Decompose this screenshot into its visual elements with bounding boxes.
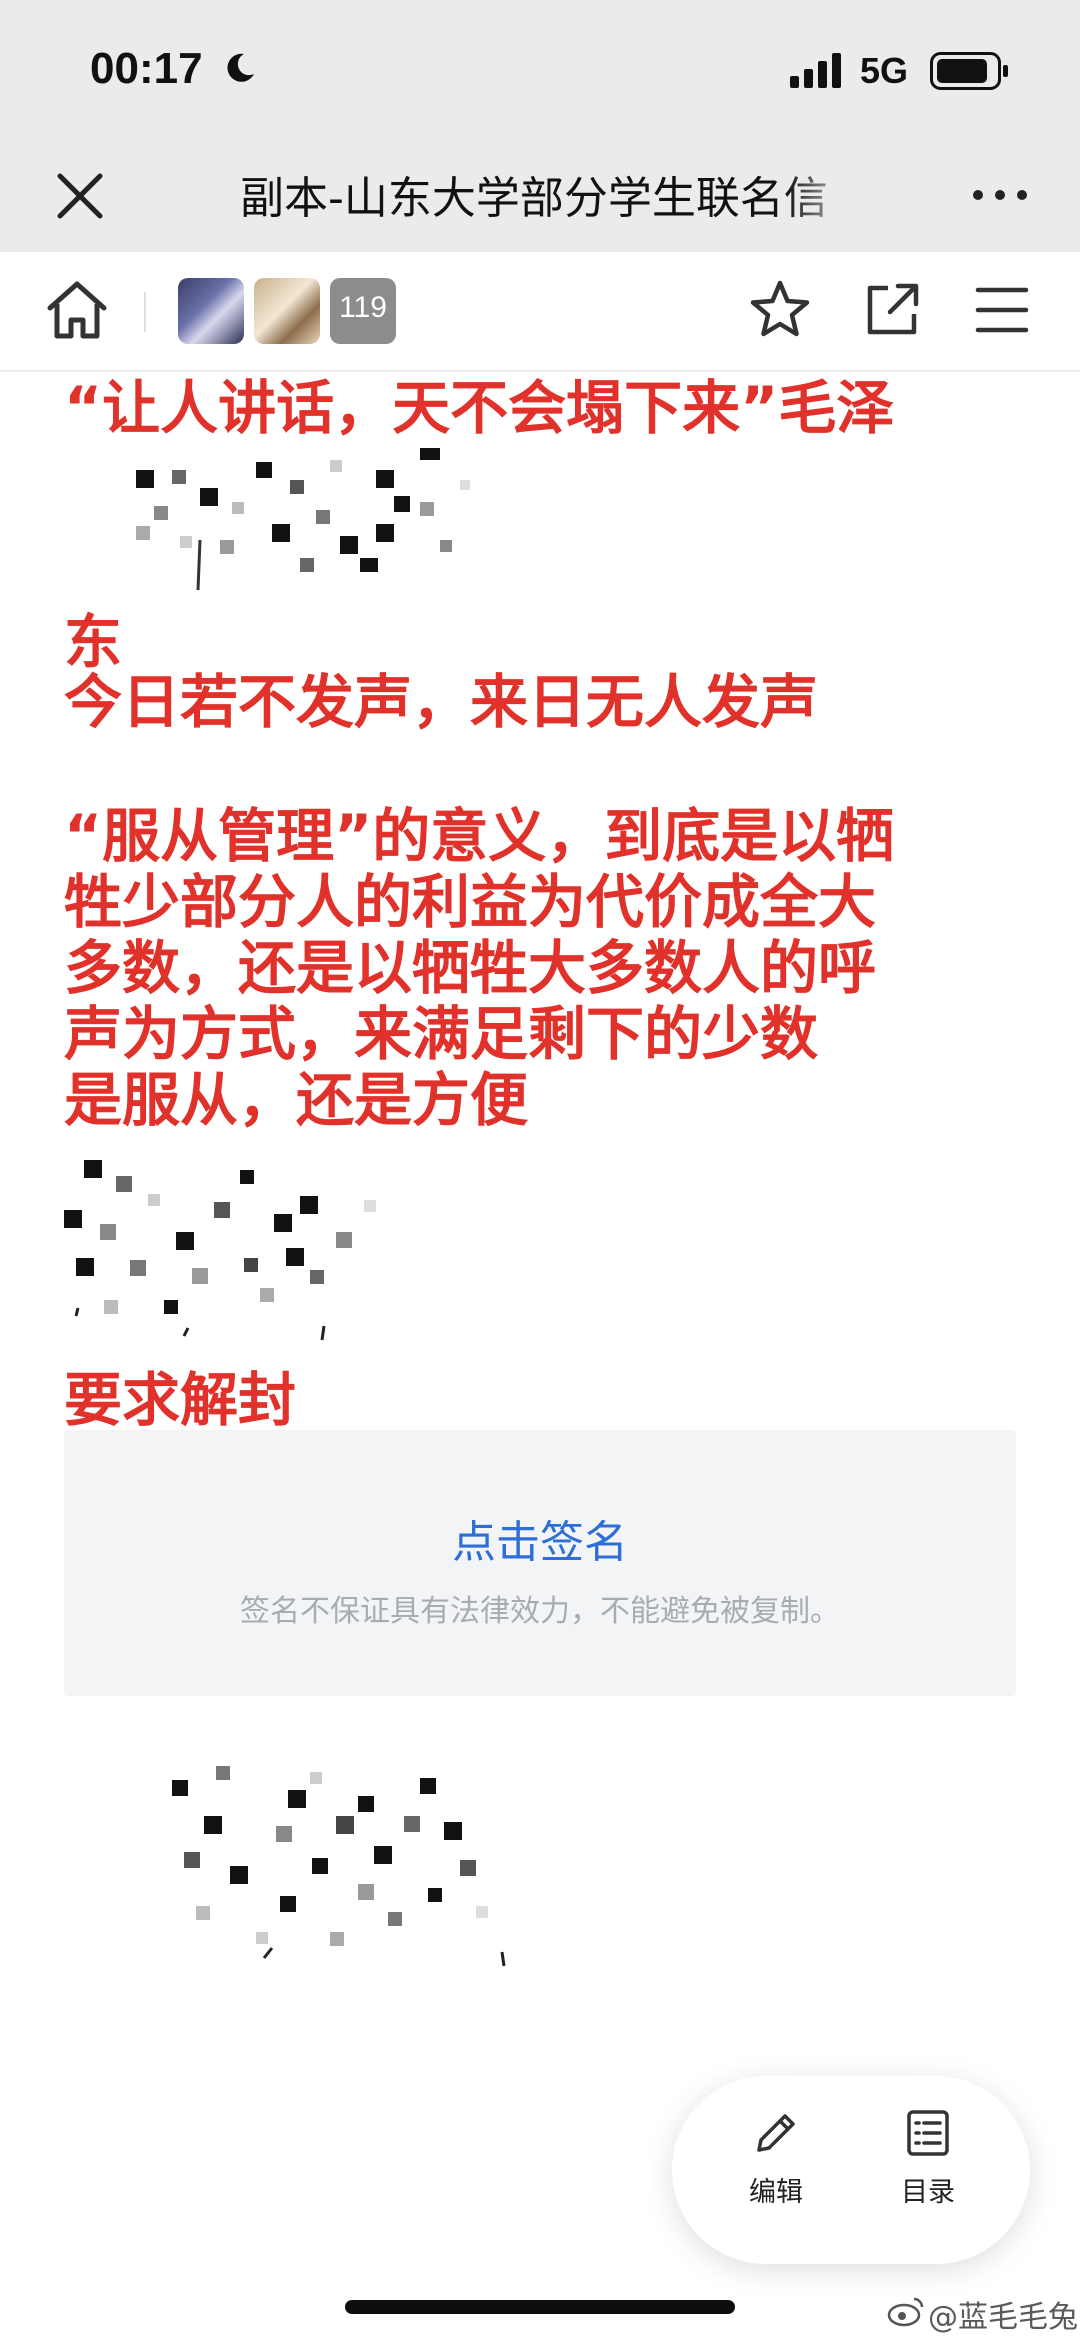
doc-text-line: 多数，还是以牺牲大多数人的呼	[64, 934, 877, 1002]
status-time: 00:17	[90, 44, 203, 93]
star-icon[interactable]	[748, 278, 812, 342]
doc-text-line: 东	[64, 608, 123, 676]
toc-label: 目录	[901, 2177, 955, 2208]
list-icon	[907, 2110, 949, 2156]
floating-action-panel: 编辑 目录	[672, 2076, 1030, 2264]
more-options-icon[interactable]	[970, 180, 1030, 210]
signature-card: 点击签名 签名不保证具有法律效力，不能避免被复制。	[64, 1430, 1016, 1696]
collaborator-avatar[interactable]	[254, 278, 320, 344]
watermark-text: @蓝毛毛兔	[928, 2300, 1078, 2335]
weibo-logo-icon	[887, 2297, 924, 2327]
edit-button[interactable]: 编辑	[716, 2106, 836, 2236]
doc-text-line: “让人讲话，天不会塌下来”毛泽	[64, 374, 895, 442]
toc-button[interactable]: 目录	[868, 2106, 988, 2236]
share-icon[interactable]	[862, 280, 922, 340]
battery-icon	[930, 52, 1008, 90]
menu-icon[interactable]	[974, 284, 1030, 336]
doc-text-line: 牲少部分人的利益为代价成全大	[64, 868, 877, 936]
collaborator-count: 119	[339, 291, 387, 324]
page-title: 副本-山东大学部分学生联名信	[240, 173, 828, 224]
toolbar-divider	[144, 292, 146, 332]
signature-disclaimer: 签名不保证具有法律效力，不能避免被复制。	[240, 1594, 840, 1629]
sign-button[interactable]: 点击签名	[64, 1506, 1016, 1570]
home-icon[interactable]	[44, 278, 110, 342]
collaborator-count-badge[interactable]: 119	[330, 278, 396, 344]
close-icon[interactable]	[52, 168, 108, 224]
doc-text-line: 要求解封	[64, 1366, 297, 1434]
doc-text-line: 声为方式，来满足剩下的少数	[64, 1000, 819, 1068]
title-bar: 副本-山东大学部分学生联名信	[0, 140, 1080, 252]
doc-toolbar: 119	[0, 252, 1080, 372]
doc-text-line: “服从管理”的意义，到底是以牺	[64, 802, 895, 870]
signal-icon	[790, 53, 841, 88]
edit-label: 编辑	[749, 2177, 803, 2208]
collaborator-avatar[interactable]	[178, 278, 244, 344]
status-bar: 00:17 5G	[0, 0, 1080, 140]
network-type: 5G	[860, 50, 909, 91]
redacted-signature-image	[172, 1766, 506, 1967]
redacted-signature-image	[136, 448, 470, 590]
redacted-signature-image	[64, 1160, 376, 1341]
home-indicator[interactable]	[345, 2300, 735, 2314]
moon-icon	[227, 53, 254, 82]
doc-text-line: 今日若不发声，来日无人发声	[64, 668, 819, 736]
pencil-icon	[757, 2114, 795, 2152]
doc-text-line: 是服从，还是方便	[64, 1066, 529, 1134]
